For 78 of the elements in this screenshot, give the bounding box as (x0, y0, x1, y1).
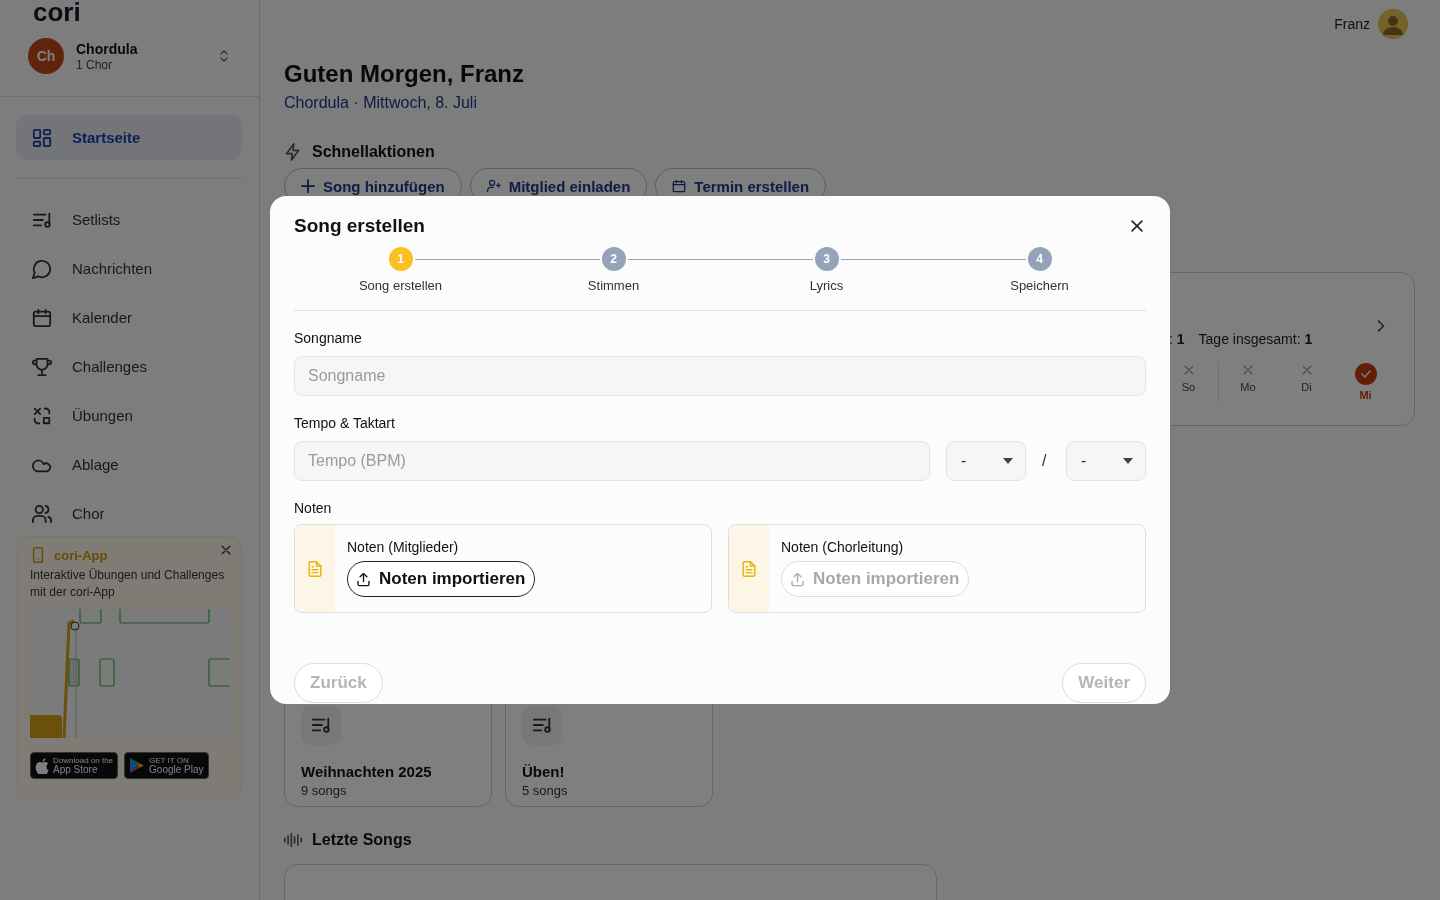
streak-stat: Tage insgesamt: 1 (1198, 331, 1313, 349)
exercise-icon (32, 405, 52, 426)
add-user-icon (486, 179, 501, 193)
step-label: Lyrics (809, 278, 844, 293)
people-icon (32, 503, 52, 524)
plus-icon (301, 179, 315, 193)
song-count: 5 songs (522, 783, 568, 798)
upload-icon (356, 571, 371, 587)
nav-item[interactable]: Ablage (0, 440, 226, 489)
app-store-badge[interactable]: Download on the App Store (30, 752, 119, 779)
apple-icon (35, 757, 49, 774)
calendar-icon (672, 179, 687, 193)
field-label: Songname (294, 330, 362, 348)
play-store-icon (129, 757, 146, 774)
step-number: 4 (1027, 247, 1052, 271)
step-number: 3 (814, 247, 839, 271)
step-number: 1 (388, 247, 413, 271)
audio-wave-icon (284, 831, 302, 849)
google-play-badge[interactable]: GET IT ON Google Play (124, 752, 209, 779)
user-name: Franz (1334, 16, 1370, 32)
promo-title: cori-App (54, 547, 108, 563)
calendar-icon (32, 307, 52, 328)
day-label: Di (1301, 381, 1312, 393)
song-count: 9 songs (301, 783, 347, 798)
day-label: Mi (1359, 389, 1372, 401)
nav-item[interactable]: Nachrichten (0, 244, 226, 293)
day-label: Mo (1240, 381, 1256, 393)
upload-icon (790, 571, 805, 587)
setlist-name: Weihnachten 2025 (301, 763, 432, 780)
app-logo: cori (32, 0, 81, 29)
songname-input[interactable]: Songname (294, 356, 1146, 396)
setlist-name: Üben! (522, 763, 565, 780)
chevron-updown-icon (217, 49, 231, 63)
nav-item[interactable]: Setlists (0, 195, 226, 244)
phone-icon (30, 547, 46, 563)
upload-title: Noten (Chorleitung) (781, 539, 904, 555)
lightning-icon (284, 143, 302, 161)
promo-text: Interaktive Übungen und Challenges mit der cori-App (30, 567, 226, 601)
step-label: Song erstellen (358, 278, 443, 293)
close-button[interactable] (1128, 217, 1146, 235)
section-title: Letzte Songs (312, 831, 412, 849)
day-label: So (1181, 381, 1196, 393)
nav-item[interactable]: Kalender (0, 293, 226, 342)
close-icon (1128, 217, 1146, 235)
greeting-subtitle: Chordula · Mittwoch, 8. Juli (284, 93, 477, 113)
nav-item[interactable]: Challenges (0, 342, 226, 391)
dialog-title: Song erstellen (294, 215, 425, 237)
grid-icon (32, 127, 52, 148)
import-button[interactable]: Noten importieren (347, 561, 536, 597)
section-title: Schnellaktionen (312, 143, 435, 161)
field-label: Noten (294, 500, 332, 518)
field-label: Tempo & Taktart (294, 415, 395, 433)
close-icon (219, 543, 233, 557)
user-avatar[interactable] (1378, 9, 1408, 39)
choir-name: Chordula (76, 40, 139, 57)
unit-select[interactable]: - (1066, 441, 1146, 481)
document-icon (307, 560, 323, 577)
choir-avatar: Ch (28, 38, 64, 74)
upload-title: Noten (Mitglieder) (347, 539, 459, 555)
trophy-icon (32, 356, 52, 377)
step-number: 2 (601, 247, 626, 271)
caret-icon (1123, 458, 1133, 464)
streak-stat: : 1 (1169, 331, 1185, 349)
step-label: Speichern (1010, 278, 1069, 293)
tempo-input[interactable]: Tempo (BPM) (294, 441, 930, 481)
nav-item[interactable]: Startseite (16, 115, 242, 160)
step-label: Stimmen (587, 278, 640, 293)
chat-icon (32, 258, 52, 279)
nav-item[interactable]: Übungen (0, 391, 226, 440)
document-icon (741, 560, 757, 577)
choir-count: 1 Chor (76, 57, 114, 72)
caret-icon (1003, 458, 1013, 464)
greeting-title: Guten Morgen, Franz (284, 60, 524, 88)
music-list-icon (532, 715, 552, 735)
music-list-icon (311, 715, 331, 735)
choir-switcher[interactable]: Ch Chordula 1 Chor (0, 32, 259, 76)
separator-text: / (1042, 452, 1048, 470)
beats-select[interactable]: - (946, 441, 1026, 481)
